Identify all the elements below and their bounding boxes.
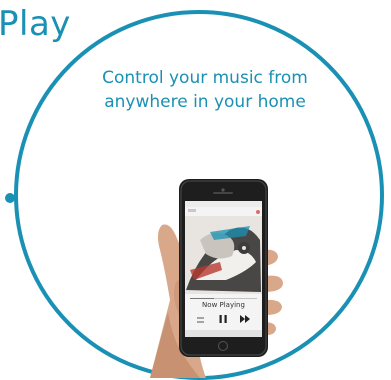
hand-holding-phone-illustration: Now Playing xyxy=(150,179,283,378)
album-art xyxy=(185,216,262,294)
smartphone: Now Playing xyxy=(179,179,268,357)
now-playing-label: Now Playing xyxy=(202,301,245,309)
stage: Play Control your music from anywhere in… xyxy=(0,0,391,380)
